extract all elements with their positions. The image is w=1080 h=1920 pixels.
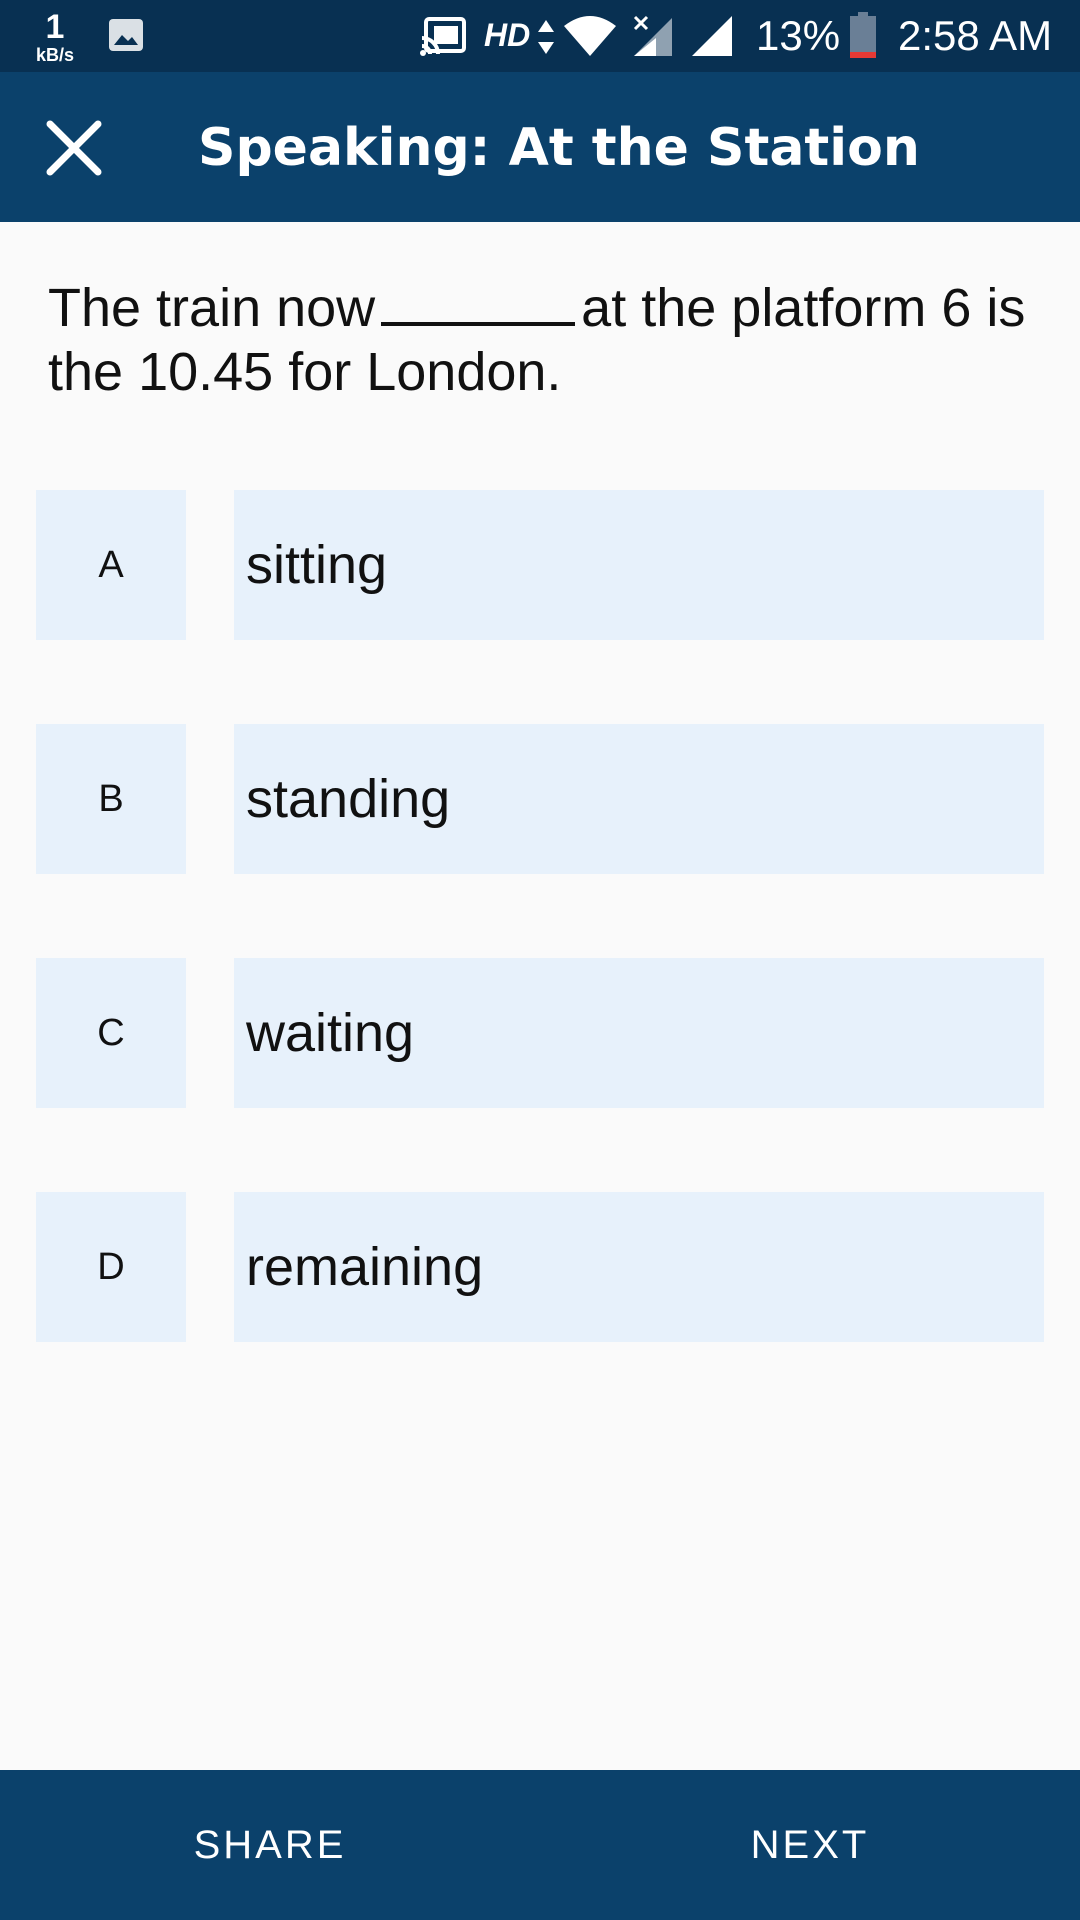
clock: 2:58 AM — [898, 12, 1053, 59]
next-button[interactable]: NEXT — [540, 1770, 1080, 1920]
cast-icon — [420, 16, 468, 61]
signal-no-service-icon — [632, 14, 674, 61]
wifi-icon — [564, 16, 616, 61]
option-text: remaining — [234, 1192, 1044, 1342]
network-speed-unit: kB/s — [35, 45, 75, 65]
close-icon — [46, 120, 102, 176]
option-letter: D — [36, 1192, 186, 1342]
network-speed-value: 1 — [45, 8, 65, 46]
page-title: Speaking: At the Station — [198, 118, 920, 178]
option-letter: A — [36, 490, 186, 640]
option-text: sitting — [234, 490, 1044, 640]
battery-low-icon — [850, 12, 876, 63]
answer-option-b[interactable]: B standing — [36, 724, 1044, 874]
question-blank — [381, 282, 576, 326]
option-letter: B — [36, 724, 186, 874]
bottom-bar: SHARE NEXT — [0, 1770, 1080, 1920]
option-text: standing — [234, 724, 1044, 874]
option-text: waiting — [234, 958, 1044, 1108]
option-letter: C — [36, 958, 186, 1108]
answer-option-d[interactable]: D remaining — [36, 1192, 1044, 1342]
image-icon — [108, 18, 144, 57]
close-button[interactable] — [38, 112, 110, 184]
question-part-1: The train now — [48, 278, 376, 338]
battery-percent: 13% — [756, 12, 841, 59]
network-speed: 1 kB/s — [30, 10, 80, 64]
app-bar: Speaking: At the Station — [0, 72, 1080, 222]
question-text: The train now at the platform 6 is the 10… — [48, 276, 1038, 404]
status-bar: 1 kB/s HD 13% 2:58 AM — [0, 0, 1080, 72]
answer-option-c[interactable]: C waiting — [36, 958, 1044, 1108]
answer-option-a[interactable]: A sitting — [36, 490, 1044, 640]
data-arrows-icon — [538, 20, 554, 59]
share-button[interactable]: SHARE — [0, 1770, 540, 1920]
hd-label: HD — [484, 17, 531, 53]
signal-icon — [692, 14, 734, 61]
